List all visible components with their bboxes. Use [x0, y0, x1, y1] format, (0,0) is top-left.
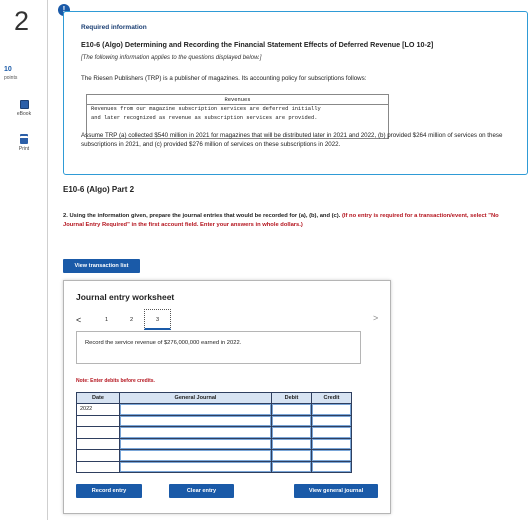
question-number: 2 — [14, 6, 30, 36]
applies-note: [The following information applies to th… — [81, 55, 262, 61]
date-cell — [76, 437, 120, 450]
entry-prompt: Record the service revenue of $276,000,0… — [76, 331, 361, 364]
column-header-credit: Credit — [311, 392, 352, 404]
credit-input[interactable] — [312, 461, 351, 472]
debit-input[interactable] — [272, 404, 311, 415]
journal-table: Date General Journal Debit Credit 2022 — [76, 392, 352, 473]
next-page-button[interactable]: > — [373, 313, 378, 323]
exercise-title: E10-6 (Algo) Determining and Recording t… — [81, 40, 434, 49]
credit-input[interactable] — [312, 415, 351, 426]
credit-input[interactable] — [312, 404, 351, 415]
assumption-text: Assume TRP (a) collected $540 million in… — [81, 132, 503, 148]
debit-input[interactable] — [272, 415, 311, 426]
required-label: Required information — [81, 24, 147, 31]
clear-entry-button[interactable]: Clear entry — [169, 484, 234, 498]
policy-line-2: and later recognized as revenue as subsc… — [91, 114, 318, 121]
intro-text: The Riesen Publishers (TRP) is a publish… — [81, 75, 367, 82]
date-cell — [76, 426, 120, 439]
view-transaction-list-button[interactable]: View transaction list — [63, 259, 140, 273]
points-label: points — [4, 75, 18, 81]
account-input[interactable] — [120, 415, 271, 426]
prev-page-button[interactable]: < — [76, 315, 81, 325]
debit-input[interactable] — [272, 461, 311, 472]
date-cell — [76, 414, 120, 427]
record-entry-button[interactable]: Record entry — [76, 484, 142, 498]
instructions: 2. Using the information given, prepare … — [63, 212, 518, 229]
date-cell — [76, 460, 120, 473]
column-header-debit: Debit — [271, 392, 312, 404]
column-header-general-journal: General Journal — [119, 392, 272, 404]
date-cell: 2022 — [76, 403, 120, 416]
page-tab-1[interactable]: 1 — [105, 317, 108, 323]
table-row — [76, 460, 352, 473]
account-input[interactable] — [120, 461, 271, 472]
account-input[interactable] — [120, 450, 271, 461]
book-icon — [19, 100, 29, 109]
table-row — [76, 426, 352, 439]
account-input[interactable] — [120, 404, 271, 415]
table-row — [76, 437, 352, 450]
debit-input[interactable] — [272, 427, 311, 438]
debit-input[interactable] — [272, 438, 311, 449]
table-row — [76, 414, 352, 427]
worksheet-title: Journal entry worksheet — [76, 292, 175, 302]
ebook-button[interactable]: eBook — [4, 100, 44, 117]
view-general-journal-button[interactable]: View general journal — [294, 484, 378, 498]
print-label: Print — [18, 146, 30, 152]
account-input[interactable] — [120, 427, 271, 438]
credit-input[interactable] — [312, 438, 351, 449]
column-header-date: Date — [76, 392, 120, 404]
page-tab-2[interactable]: 2 — [130, 317, 133, 323]
credit-input[interactable] — [312, 450, 351, 461]
policy-header: Revenues — [87, 95, 388, 105]
debit-credit-note: Note: Enter debits before credits. — [76, 378, 155, 384]
policy-line-1: Revenues from our magazine subscription … — [91, 106, 321, 112]
table-row — [76, 449, 352, 462]
printer-icon — [20, 136, 28, 144]
required-information-panel: Required information E10-6 (Algo) Determ… — [63, 11, 528, 175]
points-value: 10 — [4, 66, 12, 73]
left-rail: 2 10 points eBook Print — [0, 0, 48, 520]
credit-input[interactable] — [312, 427, 351, 438]
ebook-label: eBook — [16, 111, 32, 117]
account-input[interactable] — [120, 438, 271, 449]
table-row: 2022 — [76, 403, 352, 416]
part-title: E10-6 (Algo) Part 2 — [63, 185, 135, 194]
debit-input[interactable] — [272, 450, 311, 461]
instructions-main: 2. Using the information given, prepare … — [63, 213, 341, 219]
journal-entry-worksheet: Journal entry worksheet < 1 2 3 Record t… — [63, 280, 391, 514]
date-cell — [76, 449, 120, 462]
page-tab-3-current[interactable]: 3 — [144, 309, 171, 330]
print-button[interactable]: Print — [4, 136, 44, 152]
